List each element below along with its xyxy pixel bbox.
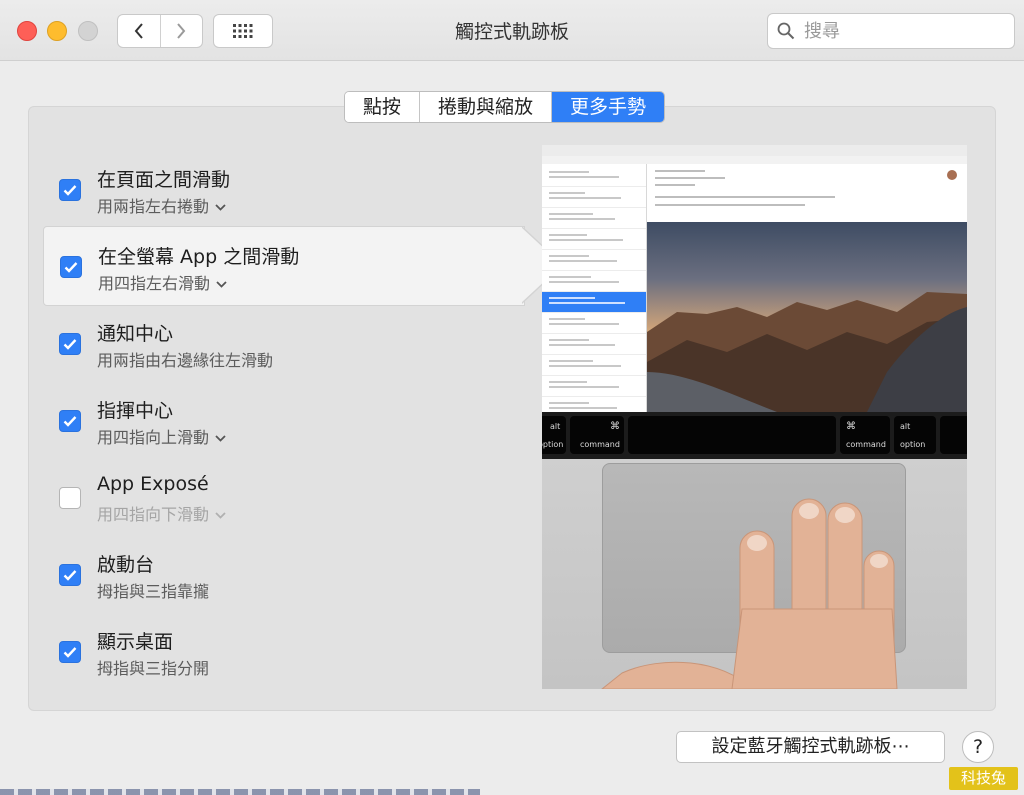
checkmark-icon [64, 262, 78, 273]
swipe-fullscreen-apps-checkbox[interactable] [60, 256, 82, 278]
show-all-button[interactable] [213, 14, 273, 48]
gesture-title: 通知中心 [97, 323, 174, 345]
minimize-window-button[interactable] [47, 21, 67, 41]
help-button[interactable]: ? [962, 731, 994, 763]
gesture-item-show-desktop[interactable]: 顯示桌面 拇指與三指分開 [43, 612, 523, 688]
hand-illustration [601, 498, 898, 689]
close-window-button[interactable] [17, 21, 37, 41]
checkmark-icon [63, 416, 77, 427]
watermark-logo: 科技兔 [949, 767, 1018, 790]
gesture-option-label: 用四指左右滑動 [98, 274, 211, 293]
search-icon [777, 22, 795, 40]
chevron-right-icon [177, 23, 186, 39]
key-label: option [542, 440, 564, 449]
back-forward-group [117, 14, 203, 48]
key-label: ⌘ [610, 421, 620, 432]
gesture-item-notification-center[interactable]: 通知中心 用兩指由右邊緣往左滑動 [43, 304, 523, 380]
back-button[interactable] [118, 15, 160, 47]
key-label: alt [550, 422, 561, 431]
forward-button[interactable] [159, 15, 203, 47]
key-label: command [846, 440, 886, 449]
gesture-option-dropdown[interactable]: 用四指向下滑動 [97, 501, 226, 525]
checkmark-icon [63, 570, 77, 581]
checkmark-icon [63, 647, 77, 658]
gesture-title: 在頁面之間滑動 [97, 169, 231, 191]
preview-palmrest [542, 459, 967, 689]
gesture-preview-video: alt option ⌘ command ⌘ command alt option [542, 145, 967, 689]
tab-bar: 點按 捲動與縮放 更多手勢 [344, 91, 666, 123]
title-bar: 觸控式軌跡板 [0, 0, 1024, 61]
key-label: command [580, 440, 620, 449]
chevron-down-icon [216, 281, 227, 288]
search-input[interactable] [802, 18, 1006, 44]
mission-control-checkbox[interactable] [59, 410, 81, 432]
grid-icon [233, 24, 253, 38]
gesture-option-label: 用兩指左右捲動 [97, 197, 210, 216]
chevron-left-icon [134, 23, 143, 39]
swipe-pages-checkbox[interactable] [59, 179, 81, 201]
spacebar [628, 416, 836, 454]
gesture-option-label: 用四指向上滑動 [97, 428, 210, 447]
gesture-description: 用兩指由右邊緣往左滑動 [97, 351, 274, 370]
zoom-window-button [78, 21, 98, 41]
checkmark-icon [63, 339, 77, 350]
gesture-option-dropdown[interactable]: 用四指左右滑動 [98, 270, 227, 294]
key-label: ⌘ [846, 421, 856, 432]
search-field[interactable] [767, 13, 1015, 49]
gesture-title: 顯示桌面 [97, 631, 174, 653]
mountain-landscape [647, 292, 967, 412]
background-strip [0, 789, 480, 795]
preview-message-header [647, 164, 967, 222]
show-desktop-checkbox[interactable] [59, 641, 81, 663]
gesture-option-dropdown[interactable]: 用兩指左右捲動 [97, 193, 226, 217]
launchpad-checkbox[interactable] [59, 564, 81, 586]
chevron-down-icon [215, 512, 226, 519]
tab-point-click[interactable]: 點按 [345, 92, 420, 122]
gesture-item-swipe-fullscreen-apps[interactable]: 在全螢幕 App 之間滑動 用四指左右滑動 [43, 226, 564, 306]
checkmark-icon [63, 185, 77, 196]
gesture-title: App Exposé [97, 473, 209, 495]
gesture-item-mission-control[interactable]: 指揮中心 用四指向上滑動 [43, 381, 523, 457]
gesture-title: 在全螢幕 App 之間滑動 [98, 246, 300, 268]
key-label: alt [900, 422, 911, 431]
preview-landscape-photo [647, 222, 967, 412]
chevron-down-icon [215, 435, 226, 442]
gesture-title: 啟動台 [97, 554, 155, 576]
gesture-description: 拇指與三指靠攏 [97, 582, 210, 601]
tab-more-gestures[interactable]: 更多手勢 [551, 92, 665, 122]
gesture-item-launchpad[interactable]: 啟動台 拇指與三指靠攏 [43, 535, 523, 611]
gesture-title: 指揮中心 [97, 400, 174, 422]
preview-mail-window [542, 145, 967, 418]
key-label: option [900, 440, 926, 449]
gesture-item-swipe-pages[interactable]: 在頁面之間滑動 用兩指左右捲動 [43, 150, 523, 226]
notification-center-checkbox[interactable] [59, 333, 81, 355]
app-expose-checkbox[interactable] [59, 487, 81, 509]
preview-message-list [542, 164, 647, 418]
arrow-key [940, 416, 967, 454]
setup-bluetooth-trackpad-button[interactable]: 設定藍牙觸控式軌跡板⋯ [676, 731, 945, 763]
gesture-description: 拇指與三指分開 [97, 659, 210, 678]
gesture-option-label: 用四指向下滑動 [97, 505, 210, 524]
gesture-option-dropdown[interactable]: 用四指向上滑動 [97, 424, 226, 448]
gesture-item-app-expose[interactable]: App Exposé 用四指向下滑動 [43, 458, 523, 534]
chevron-down-icon [215, 204, 226, 211]
tab-scroll-zoom[interactable]: 捲動與縮放 [419, 92, 552, 122]
preview-keyboard: alt option ⌘ command ⌘ command alt option [542, 412, 967, 459]
